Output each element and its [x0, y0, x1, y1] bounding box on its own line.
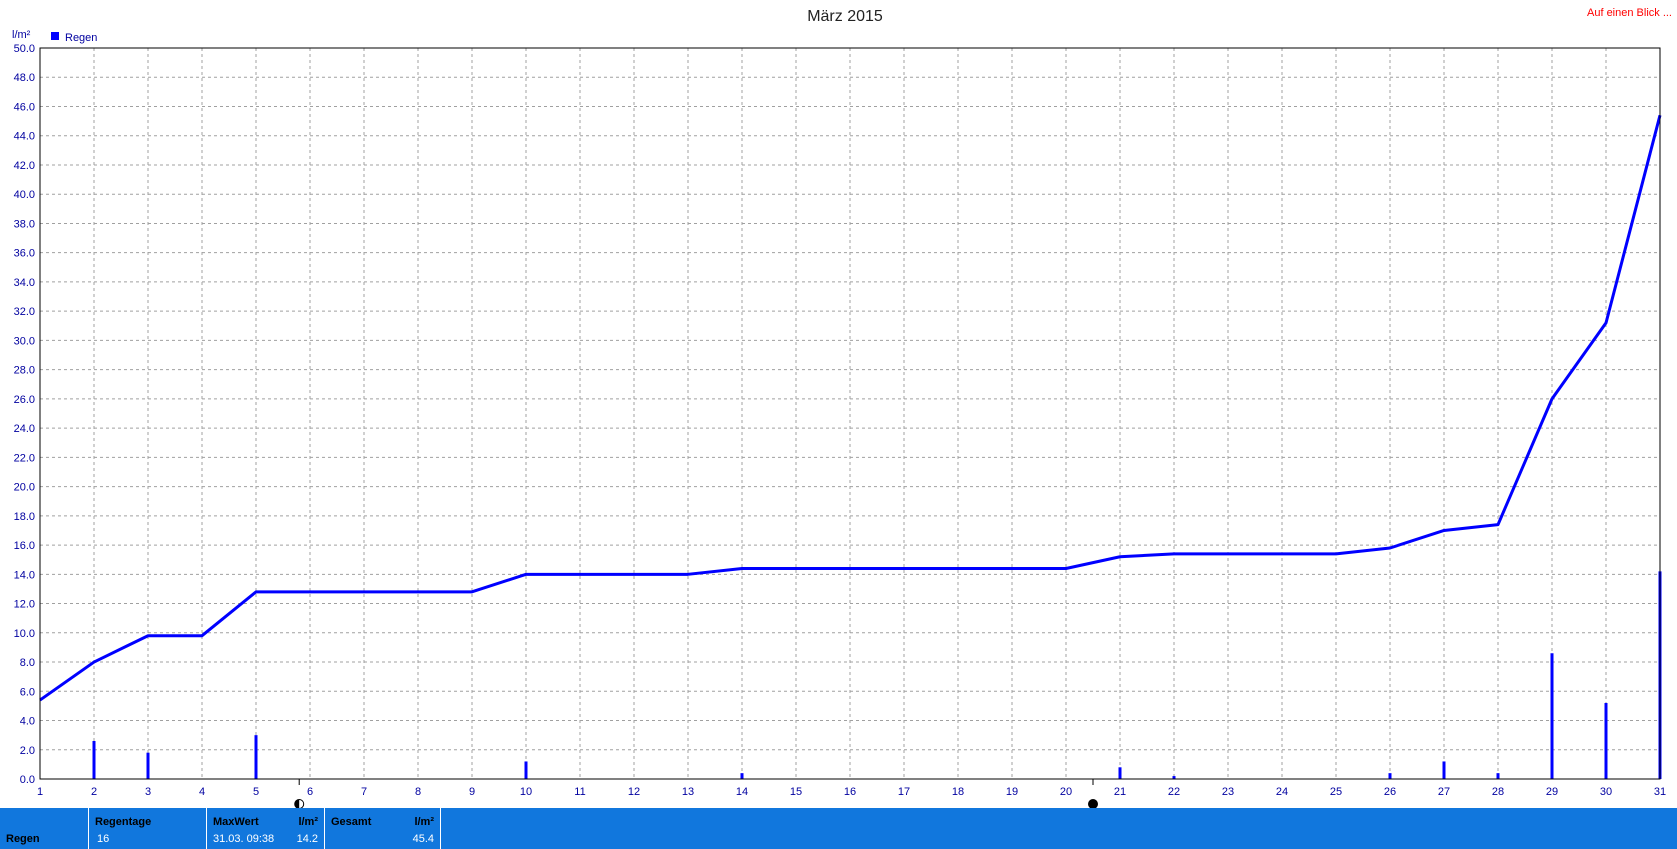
x-tick-label: 24 — [1276, 786, 1288, 798]
y-tick-label: 24.0 — [14, 423, 35, 435]
y-axis-unit: l/m² — [12, 29, 31, 41]
x-tick-label: 12 — [628, 786, 640, 798]
x-tick-label: 18 — [952, 786, 964, 798]
new-moon-icon — [1088, 799, 1098, 808]
rain-days-cell: Regentage 16 — [88, 808, 206, 849]
x-tick-label: 19 — [1006, 786, 1018, 798]
y-tick-label: 20.0 — [14, 482, 35, 494]
max-value-unit: l/m² — [298, 816, 318, 828]
rain-days-value: 16 — [97, 833, 110, 845]
y-tick-label: 40.0 — [14, 189, 35, 201]
x-tick-label: 1 — [37, 786, 43, 798]
y-tick-label: 4.0 — [20, 716, 35, 728]
y-tick-label: 44.0 — [14, 131, 35, 143]
total-cell: Gesamt l/m² 45.4 — [324, 808, 440, 849]
x-tick-label: 27 — [1438, 786, 1450, 798]
x-tick-label: 7 — [361, 786, 367, 798]
x-tick-label: 20 — [1060, 786, 1072, 798]
chart-title: März 2015 — [807, 8, 883, 25]
x-tick-label: 30 — [1600, 786, 1612, 798]
x-tick-label: 29 — [1546, 786, 1558, 798]
x-tick-label: 25 — [1330, 786, 1342, 798]
y-tick-label: 48.0 — [14, 72, 35, 84]
x-tick-label: 17 — [898, 786, 910, 798]
y-tick-label: 32.0 — [14, 306, 35, 318]
stats-row-label-cell: Regen — [0, 808, 88, 849]
x-tick-label: 4 — [199, 786, 205, 798]
x-tick-label: 11 — [574, 786, 585, 798]
y-tick-label: 10.0 — [14, 628, 35, 640]
chart: März 2015 Auf einen Blick ... l/m² Regen… — [12, 7, 1672, 808]
x-tick-label: 15 — [790, 786, 802, 798]
x-tick-label: 21 — [1114, 786, 1126, 798]
y-tick-label: 34.0 — [14, 277, 35, 289]
max-value-number: 14.2 — [296, 833, 318, 845]
x-tick-label: 28 — [1492, 786, 1504, 798]
stats-row-label: Regen — [6, 833, 40, 845]
y-tick-label: 2.0 — [20, 745, 35, 757]
x-tick-label: 14 — [736, 786, 748, 798]
y-tick-label: 36.0 — [14, 248, 35, 260]
y-tick-label: 6.0 — [20, 686, 35, 698]
total-unit: l/m² — [414, 816, 434, 828]
y-tick-label: 8.0 — [20, 657, 35, 669]
y-tick-label: 12.0 — [14, 599, 35, 611]
legend-label: Regen — [65, 32, 97, 44]
y-tick-label: 26.0 — [14, 394, 35, 406]
y-tick-label: 38.0 — [14, 218, 35, 230]
y-tick-label: 50.0 — [14, 43, 35, 55]
y-tick-label: 14.0 — [14, 569, 35, 581]
max-value-header: MaxWert — [213, 816, 259, 828]
overview-link[interactable]: Auf einen Blick ... — [1587, 7, 1672, 19]
y-tick-label: 18.0 — [14, 511, 35, 523]
x-tick-label: 16 — [844, 786, 856, 798]
x-tick-label: 31 — [1654, 786, 1666, 798]
x-tick-label: 23 — [1222, 786, 1234, 798]
x-tick-label: 10 — [520, 786, 532, 798]
x-tick-label: 5 — [253, 786, 259, 798]
legend-swatch — [51, 32, 59, 40]
grid — [40, 48, 1660, 779]
x-tick-label: 6 — [307, 786, 313, 798]
stats-bar: Regen Regentage 16 MaxWert l/m² 31.03. 0… — [0, 808, 1677, 849]
x-tick-label: 8 — [415, 786, 421, 798]
rain-days-header: Regentage — [95, 816, 152, 828]
y-tick-label: 42.0 — [14, 160, 35, 172]
y-tick-label: 16.0 — [14, 540, 35, 552]
y-tick-label: 28.0 — [14, 365, 35, 377]
x-tick-label: 9 — [469, 786, 475, 798]
max-value-cell: MaxWert l/m² 31.03. 09:38 14.2 — [206, 808, 324, 849]
stats-filler — [440, 808, 1677, 849]
y-tick-label: 22.0 — [14, 452, 35, 464]
x-tick-label: 13 — [682, 786, 694, 798]
x-tick-label: 2 — [91, 786, 97, 798]
max-value-date: 31.03. 09:38 — [213, 833, 275, 845]
total-value: 45.4 — [412, 833, 434, 845]
daily-rain-bars — [92, 571, 1662, 779]
y-tick-label: 30.0 — [14, 335, 35, 347]
y-tick-label: 0.0 — [20, 774, 35, 786]
y-tick-label: 46.0 — [14, 101, 35, 113]
total-header: Gesamt — [331, 816, 372, 828]
x-tick-label: 26 — [1384, 786, 1396, 798]
x-tick-label: 3 — [145, 786, 151, 798]
x-tick-label: 22 — [1168, 786, 1180, 798]
axes: 0.0 2.0 4.0 6.0 8.0 10.0 12.0 14.0 16.0 18.0 20.0 2… — [14, 43, 1667, 798]
